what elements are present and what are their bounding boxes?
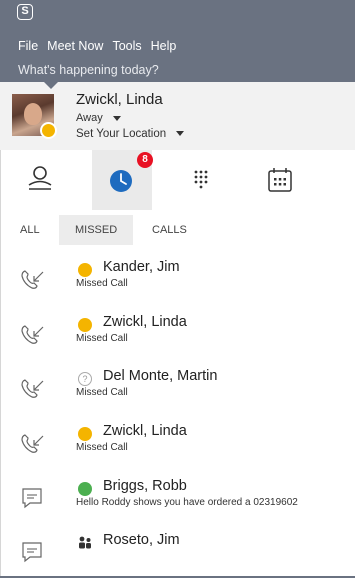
contact-name: Del Monte, Martin — [103, 368, 218, 384]
location-dropdown[interactable]: Set Your Location — [76, 128, 185, 140]
dialpad-icon — [194, 170, 208, 189]
conversation-row[interactable]: Zwickl, Linda Missed Call — [0, 423, 355, 478]
chevron-down-icon — [112, 115, 121, 121]
missed-call-icon — [21, 325, 44, 344]
away-presence-icon — [78, 427, 92, 441]
location-label: Set Your Location — [76, 128, 167, 140]
away-presence-icon — [78, 318, 92, 332]
conversation-row[interactable]: Roseto, Jim — [0, 532, 355, 587]
missed-call-icon — [21, 379, 44, 398]
missed-call-icon — [21, 270, 44, 289]
unknown-presence-icon: ? — [78, 372, 92, 386]
filter-calls[interactable]: CALLS — [152, 215, 187, 245]
tab-dialpad[interactable] — [172, 150, 232, 210]
presence-dropdown[interactable]: Away — [76, 112, 121, 124]
conversation-status: Missed Call — [76, 278, 128, 289]
status-message-field[interactable]: What's happening today? — [18, 63, 159, 77]
contact-name: Roseto, Jim — [103, 532, 180, 548]
message-preview: Hello Roddy shows you have ordered a 023… — [76, 497, 298, 508]
filter-missed[interactable]: MISSED — [59, 215, 133, 245]
tab-contacts[interactable] — [10, 150, 70, 210]
contact-name: Zwickl, Linda — [103, 314, 187, 330]
conversation-status: Missed Call — [76, 387, 128, 398]
conversation-row[interactable]: Zwickl, Linda Missed Call — [0, 314, 355, 369]
away-presence-icon — [40, 122, 57, 139]
away-presence-icon — [78, 263, 92, 277]
chevron-down-icon — [176, 131, 185, 137]
tab-meetings[interactable] — [250, 150, 310, 210]
missed-call-icon — [21, 434, 44, 453]
conversation-row[interactable]: Kander, Jim Missed Call — [0, 259, 355, 314]
chat-bubble-icon — [22, 542, 42, 563]
avatar-face — [24, 103, 42, 125]
missed-count-badge: 8 — [137, 152, 153, 168]
skype-logo-icon: S — [17, 4, 33, 20]
conversation-status: Missed Call — [76, 442, 128, 453]
menu-tools[interactable]: Tools — [112, 39, 141, 53]
menu-help[interactable]: Help — [151, 39, 177, 53]
person-icon — [28, 166, 52, 190]
conversation-status: Missed Call — [76, 333, 128, 344]
conversation-row[interactable]: ? Del Monte, Martin Missed Call — [0, 368, 355, 423]
profile-name: Zwickl, Linda — [76, 91, 163, 108]
profile-pointer — [44, 82, 58, 89]
conversation-row[interactable]: Briggs, Robb Hello Roddy shows you have … — [0, 478, 355, 533]
filter-bar: ALL MISSED CALLS — [0, 215, 355, 245]
group-icon — [79, 536, 91, 549]
available-presence-icon — [78, 482, 92, 496]
menu-bar: File Meet Now Tools Help — [18, 39, 176, 53]
calendar-icon — [268, 168, 292, 192]
tab-bar — [0, 150, 355, 210]
window-border — [0, 150, 1, 578]
chat-bubble-icon — [22, 488, 42, 509]
contact-name: Kander, Jim — [103, 259, 180, 275]
menu-meet-now[interactable]: Meet Now — [47, 39, 103, 53]
menu-file[interactable]: File — [18, 39, 38, 53]
contact-name: Briggs, Robb — [103, 478, 187, 494]
presence-label: Away — [76, 112, 103, 124]
filter-all[interactable]: ALL — [20, 215, 40, 245]
contact-name: Zwickl, Linda — [103, 423, 187, 439]
